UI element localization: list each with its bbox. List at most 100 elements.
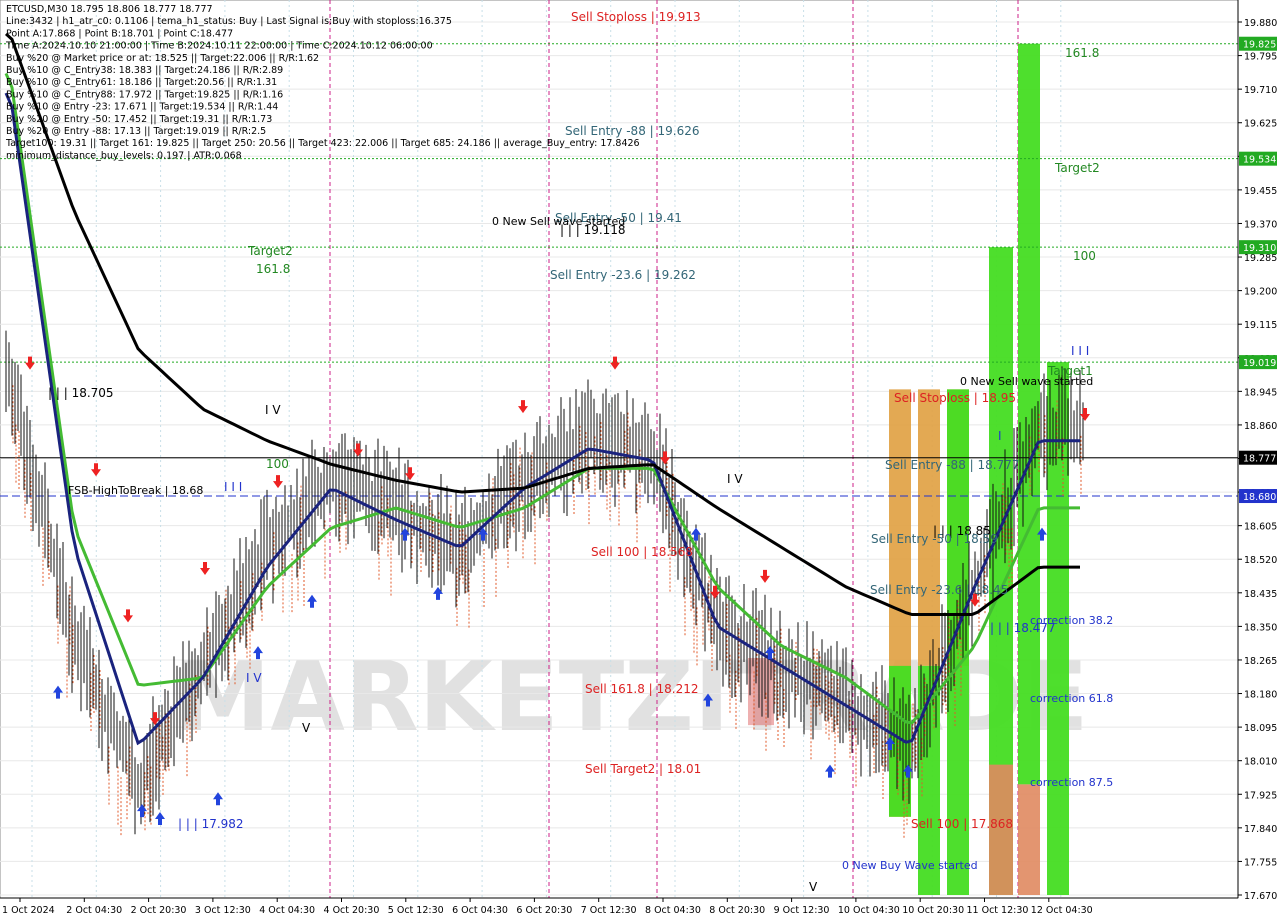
- price-chart[interactable]: MARKETZITRADE Sell Stoploss | 19.913Sell…: [0, 0, 1280, 920]
- y-tick-label: 18.860: [1244, 421, 1277, 432]
- annotation-label: Target2: [1054, 161, 1100, 175]
- info-line: Buy %10 @ C_Entry38: 18.383 || Target:24…: [6, 65, 283, 76]
- x-tick-label: 10 Oct 04:30: [838, 905, 900, 916]
- x-tick-label: 12 Oct 04:30: [1031, 905, 1093, 916]
- y-tick-label: 18.010: [1244, 757, 1277, 768]
- x-tick-label: 2 Oct 20:30: [131, 905, 187, 916]
- y-tick-label: 18.265: [1244, 656, 1277, 667]
- annotation-label: I: [998, 429, 1002, 443]
- annotation-label: | | | 17.982: [178, 817, 244, 831]
- y-tick-label: 17.755: [1244, 857, 1277, 868]
- zone-bar: [748, 657, 774, 726]
- y-tick-label: 19.370: [1244, 219, 1277, 230]
- y-tick-label: 17.840: [1244, 824, 1277, 835]
- x-tick-label: 3 Oct 12:30: [195, 905, 251, 916]
- y-tick-label: 17.670: [1244, 891, 1277, 902]
- annotation-label: 0 New Buy Wave started: [842, 859, 978, 872]
- annotation-label: Sell 100 | 18.568: [591, 545, 693, 559]
- y-tick-label: 19.710: [1244, 85, 1277, 96]
- annotation-label: Sell 100 | 17.868: [911, 817, 1013, 831]
- annotation-label: 100: [266, 457, 289, 471]
- y-tick-label: 18.435: [1244, 589, 1277, 600]
- y-tick-label: 18.180: [1244, 690, 1277, 701]
- info-line: Time A:2024.10.10 21:00:00 | Time B:2024…: [5, 41, 433, 52]
- y-tick-label: 19.285: [1244, 253, 1277, 264]
- annotation-label: correction 38.2: [1030, 614, 1113, 627]
- annotation-label: correction 61.8: [1030, 692, 1113, 705]
- annotation-label: | | | 19.118: [560, 223, 626, 237]
- y-tick-label: 18.605: [1244, 522, 1277, 533]
- chart-root: MARKETZITRADE Sell Stoploss | 19.913 Sell…: [0, 0, 1280, 920]
- info-line: Line:3432 | h1_atr_c0: 0.1106 | tema_h1_…: [6, 16, 452, 27]
- price-box-label: 19.310: [1243, 243, 1276, 254]
- annotation-label: I V: [246, 671, 262, 685]
- info-line: Buy %10 @ C_Entry88: 17.972 || Target:19…: [6, 89, 283, 100]
- price-box-label: 18.680: [1243, 492, 1276, 503]
- zone-bar: [1018, 784, 1040, 895]
- annotation-label: Sell Target2 | 18.01: [585, 762, 701, 776]
- annotation-label: 161.8: [1065, 46, 1099, 60]
- info-line: minimum_distance_buy_levels: 0.197 | ATR…: [6, 150, 242, 161]
- price-box-label: 19.019: [1243, 358, 1276, 369]
- info-line: Buy %20 @ Entry -88: 17.13 || Target:19.…: [6, 126, 266, 137]
- x-tick-label: 5 Oct 12:30: [388, 905, 444, 916]
- annotation-label: Sell Entry -23.6 | 18.45: [870, 583, 1008, 597]
- annotation-label: Sell Entry -23.6 | 19.262: [550, 268, 696, 282]
- x-tick-label: 4 Oct 04:30: [259, 905, 315, 916]
- info-line: Point A:17.868 | Point B:18.701 | Point …: [6, 28, 233, 39]
- annotation-label: Sell Stoploss | 19.913: [571, 10, 701, 24]
- y-tick-label: 19.200: [1244, 287, 1277, 298]
- annotation-label: V: [302, 721, 311, 735]
- annotation-label: I V: [727, 472, 743, 486]
- annotation-label: 161.8: [256, 262, 290, 276]
- annotation-label: I I I: [224, 480, 242, 494]
- y-tick-label: 19.455: [1244, 186, 1277, 197]
- x-tick-label: 9 Oct 12:30: [774, 905, 830, 916]
- annotation-label: | | | 18.705: [48, 386, 114, 400]
- annotation-label: I V: [265, 403, 281, 417]
- annotation-label: Sell Entry -88 | 18.777: [885, 458, 1019, 472]
- y-tick-label: 18.350: [1244, 622, 1277, 633]
- y-tick-label: 19.880: [1244, 18, 1277, 29]
- y-tick-label: 18.520: [1244, 555, 1277, 566]
- price-box-label: 19.534: [1243, 155, 1276, 166]
- annotation-label: Sell 161.8 | 18.212: [585, 682, 699, 696]
- info-line: ETCUSD,M30 18.795 18.806 18.777 18.777: [6, 4, 213, 15]
- price-boxes: 19.825 19.534 19.310 19.019 18.777 18.680: [1239, 36, 1277, 504]
- x-tick-label: 8 Oct 04:30: [645, 905, 701, 916]
- info-line: Buy %10 @ C_Entry61: 18.186 || Target:20…: [6, 77, 277, 88]
- x-tick-label: 8 Oct 20:30: [709, 905, 765, 916]
- annotation-label: Sell Entry -88 | 19.626: [565, 124, 699, 138]
- info-line: Buy %20 @ Market price or at: 18.525 || …: [6, 53, 319, 64]
- zone-bar: [1018, 43, 1040, 785]
- annotation-label: 100: [1073, 249, 1096, 263]
- x-tick-label: 7 Oct 12:30: [581, 905, 637, 916]
- annotation-label: Sell Stoploss | 18.95: [894, 391, 1016, 405]
- annotation-label: I I I: [1071, 344, 1089, 358]
- y-tick-label: 19.625: [1244, 119, 1277, 130]
- info-line: Buy %20 @ Entry -50: 17.452 || Target:19…: [6, 114, 272, 125]
- x-tick-label: 1 Oct 2024: [2, 905, 55, 916]
- annotation-label: FSB-HighToBreak | 18.68: [68, 484, 203, 497]
- x-tick-label: 10 Oct 20:30: [902, 905, 964, 916]
- y-tick-label: 17.925: [1244, 790, 1277, 801]
- x-tick-label: 6 Oct 04:30: [452, 905, 508, 916]
- price-box-label: 19.825: [1243, 40, 1276, 51]
- annotation-label: 0 New Sell wave started: [960, 375, 1093, 388]
- annotation-label: Target2: [247, 244, 293, 258]
- annotation-label: correction 87.5: [1030, 776, 1113, 789]
- annotation-label: Sell Entry -50 | 18.59: [871, 532, 998, 546]
- price-box-label: 18.777: [1243, 454, 1276, 465]
- x-tick-label: 4 Oct 20:30: [324, 905, 380, 916]
- x-tick-label: 2 Oct 04:30: [66, 905, 122, 916]
- y-tick-label: 19.115: [1244, 320, 1277, 331]
- x-tick-label: 11 Oct 12:30: [967, 905, 1029, 916]
- info-line: Target100: 19.31 || Target 161: 19.825 |…: [5, 138, 640, 149]
- y-tick-label: 19.795: [1244, 52, 1277, 63]
- y-tick-label: 18.945: [1244, 387, 1277, 398]
- info-line: Buy %10 @ Entry -23: 17.671 || Target:19…: [6, 102, 278, 113]
- annotation-label: V: [809, 880, 818, 894]
- y-tick-label: 18.095: [1244, 723, 1277, 734]
- x-axis: 1 Oct 2024 2 Oct 04:30 2 Oct 20:30 3 Oct 12…: [2, 898, 1093, 916]
- x-tick-label: 6 Oct 20:30: [516, 905, 572, 916]
